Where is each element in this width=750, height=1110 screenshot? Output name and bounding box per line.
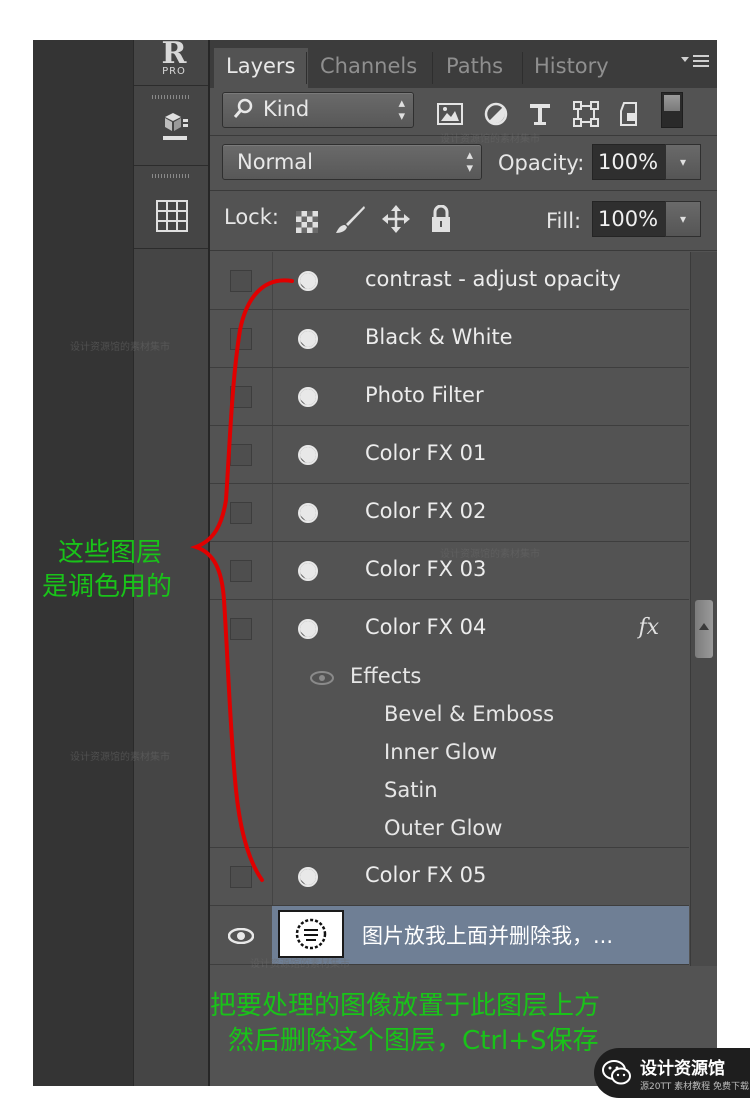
badge-subtitle: 源20TT 素材教程 免费下载 bbox=[640, 1082, 750, 1092]
annotation-left-line1: 这些图层 bbox=[58, 538, 163, 568]
annotation-bottom-line2: 然后删除这个图层，Ctrl+S保存 bbox=[228, 1026, 599, 1056]
annotation-left-line2: 是调色用的 bbox=[42, 572, 173, 602]
wechat-icon bbox=[602, 1059, 632, 1087]
brand-badge: 设计资源馆 源20TT 素材教程 免费下载 bbox=[594, 1048, 750, 1098]
annotation-bottom-line1: 把要处理的图像放置于此图层上方 bbox=[210, 991, 601, 1021]
badge-title: 设计资源馆 bbox=[640, 1059, 725, 1079]
